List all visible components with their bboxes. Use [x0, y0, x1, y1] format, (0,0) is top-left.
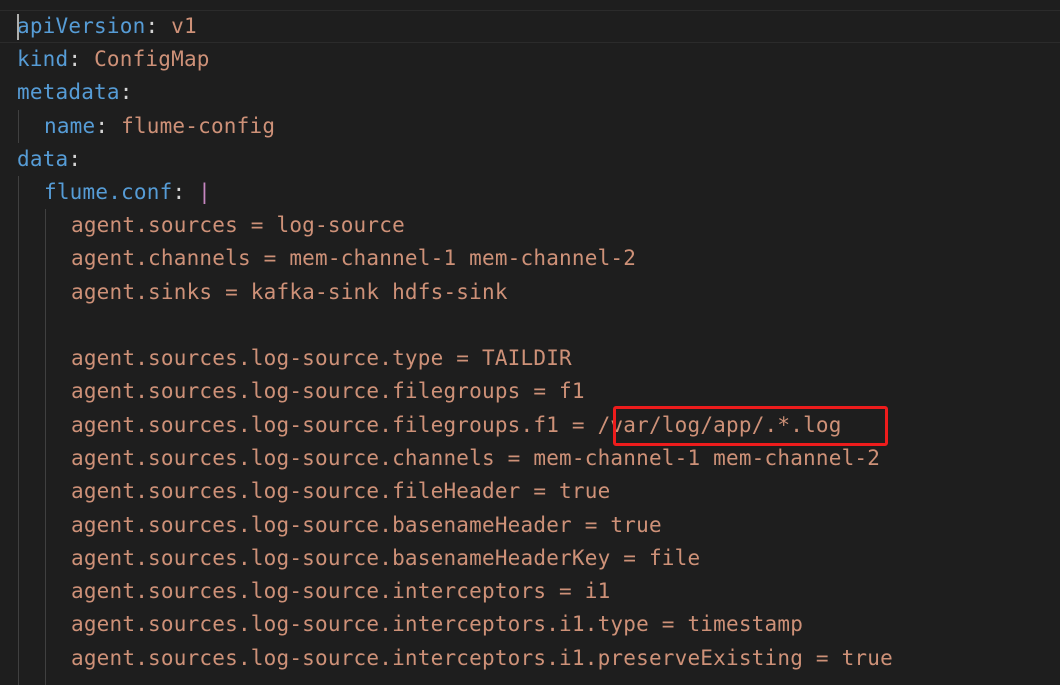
- block-line: agent.sources.log-source.channels = mem-…: [71, 446, 881, 470]
- annotation-highlight-box: [613, 406, 888, 446]
- block-line: agent.channels = mem-channel-1 mem-chann…: [71, 246, 637, 270]
- yaml-key: apiVersion: [17, 14, 146, 38]
- code-line: name: flume-config: [44, 110, 275, 143]
- block-scalar-indicator: |: [198, 180, 211, 204]
- yaml-value: flume-config: [121, 114, 276, 138]
- yaml-key: metadata: [17, 80, 120, 104]
- block-line: agent.sources.log-source.interceptors.i1…: [71, 612, 804, 636]
- yaml-key: kind: [17, 47, 69, 71]
- block-line: agent.sources = log-source: [71, 213, 405, 237]
- yaml-separator: :: [95, 114, 122, 138]
- code-line: flume.conf: |: [44, 176, 211, 209]
- block-line: agent.sinks = kafka-sink hdfs-sink: [71, 280, 508, 304]
- yaml-separator: :: [68, 147, 82, 171]
- yaml-key: data: [17, 147, 69, 171]
- block-line: agent.sources.log-source.basenameHeader …: [71, 513, 662, 537]
- text-cursor: [17, 14, 19, 40]
- yaml-key: flume.conf: [44, 180, 173, 204]
- yaml-separator: :: [68, 47, 95, 71]
- code-line: kind: ConfigMap: [17, 43, 210, 76]
- code-line: data:: [17, 143, 81, 176]
- code-line: apiVersion: v1: [17, 10, 197, 43]
- block-line: agent.sources.log-source.interceptors.i1…: [71, 646, 893, 670]
- indent-guide: [18, 110, 19, 143]
- block-line: agent.sources.log-source.filegroups = f1: [71, 379, 585, 403]
- block-line: agent.sources.log-source.type = TAILDIR: [71, 346, 572, 370]
- yaml-value: v1: [171, 14, 197, 38]
- indent-guide: [45, 209, 46, 685]
- block-line: agent.sources.log-source.fileHeader = tr…: [71, 479, 611, 503]
- yaml-value: ConfigMap: [94, 47, 210, 71]
- yaml-separator: :: [172, 180, 199, 204]
- yaml-key: name: [44, 114, 96, 138]
- code-editor[interactable]: apiVersion: v1 kind: ConfigMap metadata:…: [0, 0, 1060, 685]
- indent-guide: [18, 176, 19, 685]
- code-line: metadata:: [17, 76, 133, 109]
- block-line: agent.sources.log-source.basenameHeaderK…: [71, 546, 701, 570]
- block-line: agent.sources.log-source.interceptors = …: [71, 579, 611, 603]
- yaml-separator: :: [119, 80, 133, 104]
- block-line-prefix: agent.sources.log-source.filegroups.f1 =: [71, 413, 598, 437]
- yaml-separator: :: [145, 14, 172, 38]
